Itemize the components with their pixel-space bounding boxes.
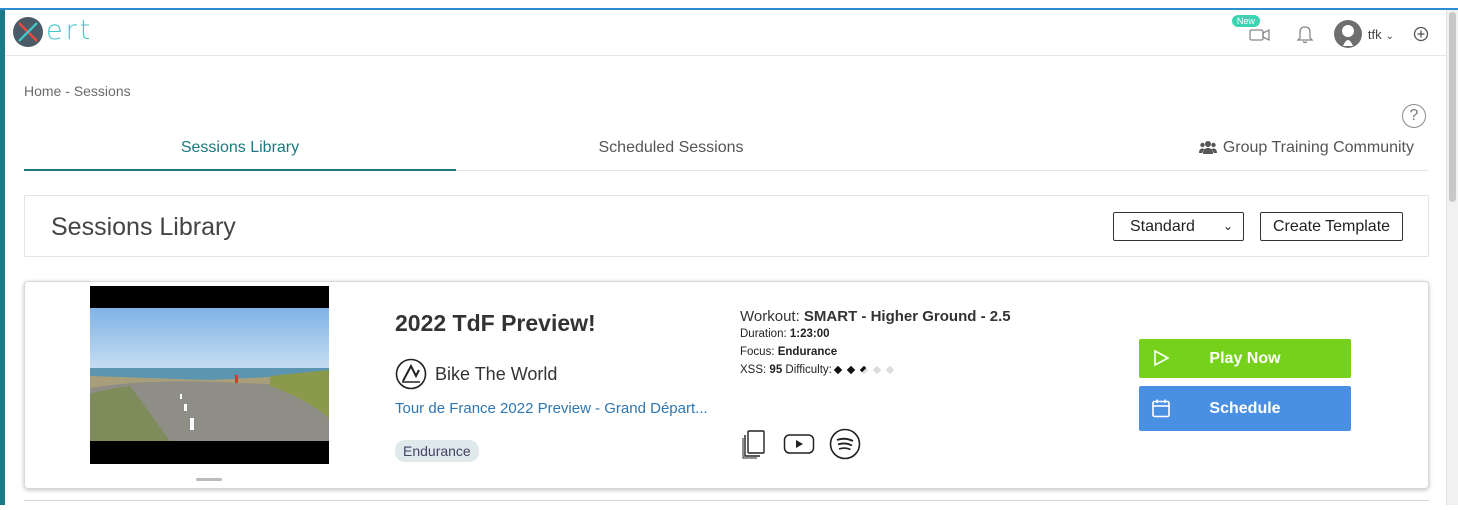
add-circle-icon[interactable] <box>1412 25 1430 43</box>
video-camera-icon[interactable]: New <box>1231 15 1274 49</box>
session-title[interactable]: 2022 TdF Preview! <box>395 310 596 337</box>
user-menu[interactable]: tfk ⌄ <box>1368 27 1394 42</box>
play-now-label: Play Now <box>1209 350 1281 367</box>
help-icon[interactable]: ? <box>1402 104 1426 128</box>
xert-logo[interactable]: ert <box>13 14 94 47</box>
duration-label: Duration: <box>740 328 787 340</box>
focus-line: Focus: Endurance <box>740 346 837 358</box>
breadcrumb-home[interactable]: Home <box>24 83 61 99</box>
thumbnail-indicator <box>196 478 222 481</box>
breadcrumb-current: Sessions <box>73 83 131 99</box>
xss-label: XSS: <box>740 364 767 377</box>
channel-name: Bike The World <box>435 363 558 384</box>
workout-name[interactable]: SMART - Higher Ground - 2.5 <box>804 308 1011 325</box>
workout-line: Workout: SMART - Higher Ground - 2.5 <box>740 308 1011 325</box>
view-mode-select[interactable]: Standard ⌄ <box>1113 212 1244 241</box>
library-header: Sessions Library Standard ⌄ Create Templa… <box>24 195 1429 257</box>
channel[interactable]: Bike The World <box>395 358 557 390</box>
play-now-button[interactable]: Play Now <box>1139 339 1351 378</box>
tab-group-training-community[interactable]: Group Training Community <box>1198 130 1414 166</box>
schedule-button[interactable]: Schedule <box>1139 386 1351 431</box>
next-session-card <box>24 500 1429 510</box>
left-accent-bar <box>0 10 5 505</box>
video-thumbnail[interactable] <box>90 286 329 464</box>
schedule-label: Schedule <box>1209 400 1281 417</box>
logo-text: ert <box>46 14 94 46</box>
video-title-link[interactable]: Tour de France 2022 Preview - Grand Dépa… <box>395 400 720 417</box>
session-card: 2022 TdF Preview! Bike The World Tour de… <box>24 281 1429 489</box>
chevron-down-icon: ⌄ <box>1385 30 1394 42</box>
tab-scheduled-sessions[interactable]: Scheduled Sessions <box>456 130 886 171</box>
view-mode-value: Standard <box>1130 218 1195 235</box>
group-users-icon <box>1198 141 1217 154</box>
tab-group-label: Group Training Community <box>1222 139 1414 156</box>
breadcrumb: Home - Sessions <box>24 83 131 99</box>
difficulty-label: Difficulty: <box>785 364 832 377</box>
xss-difficulty-line: XSS: 95 Difficulty: <box>740 364 900 376</box>
session-actions <box>741 428 875 465</box>
spotify-icon[interactable] <box>829 428 861 465</box>
new-badge: New <box>1231 15 1260 27</box>
difficulty-diamond <box>859 365 869 375</box>
focus-value: Endurance <box>777 346 838 358</box>
create-template-button[interactable]: Create Template <box>1260 212 1403 241</box>
difficulty-diamond <box>833 365 843 375</box>
difficulty-diamond <box>846 365 856 375</box>
browser-tab-strip <box>0 0 1458 10</box>
scrollbar[interactable] <box>1446 10 1458 505</box>
youtube-icon[interactable] <box>783 432 815 461</box>
xss-value: 95 <box>769 364 783 377</box>
logo-mark <box>13 17 43 47</box>
page-title: Sessions Library <box>51 213 236 241</box>
duration-line: Duration: 1:23:00 <box>740 328 830 340</box>
chevron-down-icon: ⌄ <box>1222 219 1233 233</box>
duration-value: 1:23:00 <box>789 328 830 340</box>
focus-tag: Endurance <box>395 440 479 462</box>
top-bar: ert New tfk ⌄ <box>5 12 1446 56</box>
workout-prefix: Workout: <box>740 308 800 325</box>
user-name: tfk <box>1367 26 1382 42</box>
breadcrumb-separator: - <box>61 83 74 99</box>
tab-sessions-library[interactable]: Sessions Library <box>24 130 456 171</box>
difficulty-diamond <box>872 365 882 375</box>
scrollbar-thumb[interactable] <box>1449 12 1456 202</box>
tabs-bar: Sessions Library Scheduled Sessions Grou… <box>24 130 1428 171</box>
channel-logo-icon <box>395 358 427 390</box>
avatar[interactable] <box>1333 20 1362 48</box>
focus-label: Focus: <box>740 346 775 358</box>
difficulty-diamond <box>885 365 895 375</box>
copy-icon[interactable] <box>741 429 769 464</box>
notification-bell-icon[interactable] <box>1294 23 1316 45</box>
difficulty-rating <box>833 364 900 376</box>
